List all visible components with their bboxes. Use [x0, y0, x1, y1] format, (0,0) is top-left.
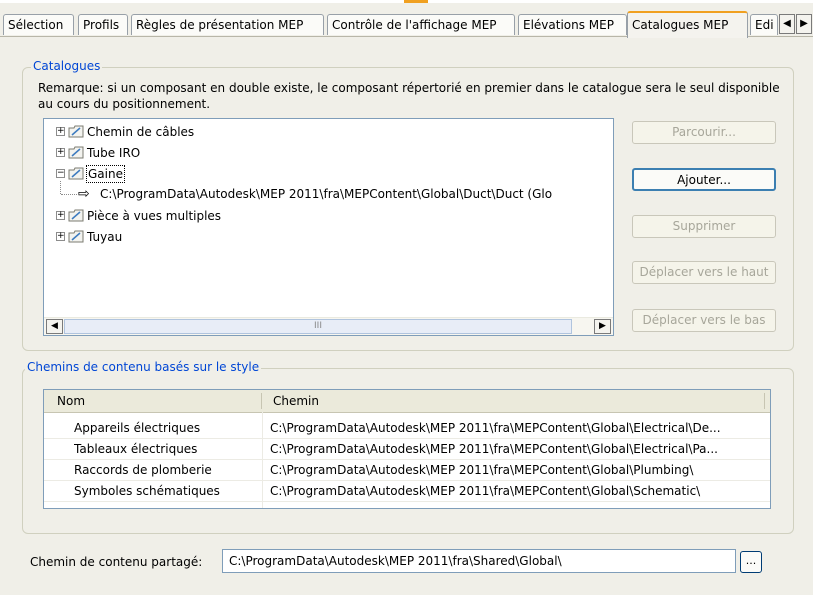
tab-edition[interactable]: Edi	[750, 14, 778, 35]
catalog-folder-icon	[68, 125, 84, 138]
tab-elevations[interactable]: Elévations MEP	[518, 14, 627, 35]
catalog-folder-icon	[68, 230, 84, 243]
shared-path-input[interactable]: C:\ProgramData\Autodesk\MEP 2011\fra\Sha…	[222, 549, 736, 573]
tab-scroll-left-icon[interactable]: ◀	[779, 14, 795, 34]
options-dialog-panel: Sélection Profils Règles de présentation…	[0, 0, 813, 595]
tab-profils[interactable]: Profils	[78, 14, 128, 35]
table-row[interactable]: Appareils électriques C:\ProgramData\Aut…	[44, 418, 770, 438]
table-row[interactable]: Tableaux électriques C:\ProgramData\Auto…	[44, 439, 770, 459]
move-up-button[interactable]: Déplacer vers le haut	[632, 261, 776, 284]
table-row[interactable]: Symboles schématiques C:\ProgramData\Aut…	[44, 481, 770, 501]
tab-catalogues[interactable]: Catalogues MEP	[627, 11, 748, 38]
shared-path-browse-button[interactable]: ...	[740, 551, 762, 573]
style-paths-table[interactable]: Nom Chemin Appareils électriques C:\Prog…	[43, 389, 771, 509]
scroll-right-icon[interactable]: ▶	[594, 319, 611, 334]
scroll-left-icon[interactable]: ◀	[46, 319, 63, 334]
move-down-button[interactable]: Déplacer vers le bas	[632, 309, 776, 332]
tab-regles-presentation[interactable]: Règles de présentation MEP	[131, 14, 324, 35]
accent-strip	[404, 0, 428, 3]
style-paths-legend: Chemins de contenu basés sur le style	[25, 360, 262, 374]
collapse-minus-icon[interactable]: −	[56, 169, 65, 178]
expand-plus-icon[interactable]: +	[56, 232, 65, 241]
catalog-folder-icon	[68, 167, 84, 180]
table-row[interactable]: Raccords de plomberie C:\ProgramData\Aut…	[44, 460, 770, 480]
tab-controle-affichage[interactable]: Contrôle de l'affichage MEP	[327, 14, 515, 35]
tree-node-gaine-label: Gaine	[86, 165, 125, 183]
tree-horizontal-scrollbar[interactable]: ◀ III ▶	[44, 317, 613, 335]
catalogue-tree[interactable]: + Chemin de câbles + Tube IRO − Gaine ⇨ …	[43, 118, 614, 336]
column-header-chemin[interactable]: Chemin	[273, 390, 319, 412]
table-header: Nom Chemin	[44, 390, 770, 413]
add-button[interactable]: Ajouter...	[632, 168, 776, 191]
catalog-folder-icon	[68, 209, 84, 222]
catalogues-legend: Catalogues	[31, 59, 103, 73]
remove-button[interactable]: Supprimer	[632, 215, 776, 238]
duplicate-note: Remarque: si un composant en double exis…	[38, 81, 780, 111]
catalog-folder-icon	[68, 146, 84, 159]
tab-scroll-right-icon[interactable]: ▶	[796, 14, 812, 34]
path-arrow-icon: ⇨	[78, 186, 90, 202]
shared-path-label: Chemin de contenu partagé:	[30, 555, 203, 569]
expand-plus-icon[interactable]: +	[56, 127, 65, 136]
browse-button[interactable]: Parcourir...	[632, 121, 776, 144]
scroll-thumb[interactable]: III	[64, 319, 572, 334]
expand-plus-icon[interactable]: +	[56, 148, 65, 157]
column-header-nom[interactable]: Nom	[57, 390, 85, 412]
tab-selection[interactable]: Sélection	[3, 14, 74, 35]
expand-plus-icon[interactable]: +	[56, 211, 65, 220]
